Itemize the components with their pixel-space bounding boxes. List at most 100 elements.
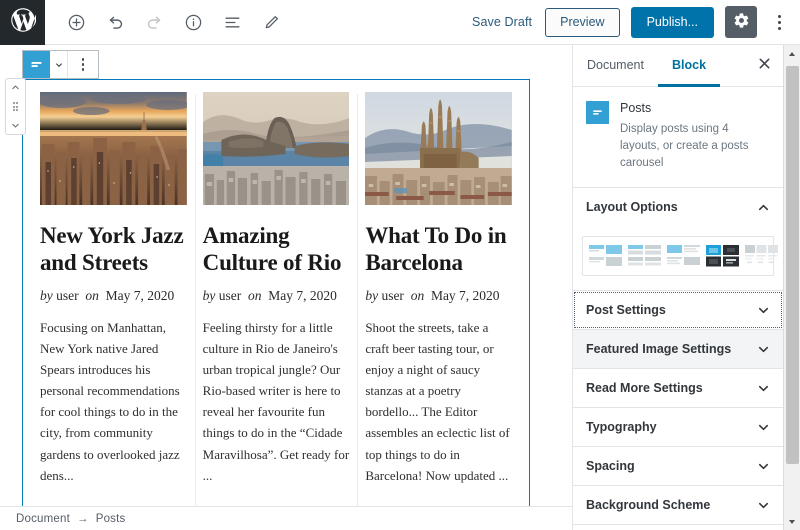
block-type-switcher[interactable] xyxy=(23,51,67,78)
panel-label: Spacing xyxy=(586,459,635,474)
by-label: by xyxy=(202,288,216,304)
post-author: user xyxy=(381,288,404,304)
chevron-down-icon xyxy=(757,382,770,395)
panel-post-settings: Post Settings xyxy=(573,291,783,331)
post-card[interactable]: Amazing Culture of Rio by user on May 7,… xyxy=(194,92,358,506)
by-label: by xyxy=(40,288,53,304)
pencil-icon xyxy=(262,13,281,32)
on-label: on xyxy=(248,288,262,304)
block-description: Display posts using 4 layouts, or create… xyxy=(620,123,749,169)
layout-option-5[interactable] xyxy=(745,245,779,267)
content-structure-button[interactable] xyxy=(178,7,208,37)
wordpress-logo-button[interactable] xyxy=(0,0,45,45)
panel-advanced: Advanced xyxy=(573,525,783,530)
panel-header-advanced[interactable]: Advanced xyxy=(573,525,783,530)
redo-button[interactable] xyxy=(139,7,169,37)
panel-header-typography[interactable]: Typography xyxy=(573,408,783,446)
panel-label: Post Settings xyxy=(586,303,666,318)
sidebar-scrollbar[interactable] xyxy=(783,45,800,530)
close-sidebar-button[interactable] xyxy=(745,45,783,86)
top-bar-actions: Save Draft Preview Publish... xyxy=(470,6,800,38)
move-block-down-button[interactable] xyxy=(11,121,20,130)
posts-block-icon xyxy=(586,101,609,124)
panel-spacing: Spacing xyxy=(573,447,783,487)
chevron-down-icon xyxy=(757,343,770,356)
block-more-options-button[interactable] xyxy=(68,51,98,78)
scroll-up-arrow-icon[interactable] xyxy=(784,45,800,62)
post-date: May 7, 2020 xyxy=(268,288,337,304)
layout-option-1[interactable] xyxy=(589,245,623,267)
edit-mode-button[interactable] xyxy=(256,7,286,37)
post-title[interactable]: New York Jazz and Streets xyxy=(40,222,187,276)
post-author: user xyxy=(56,288,79,304)
wordpress-block-editor: Save Draft Preview Publish... New York J… xyxy=(0,0,800,530)
chevron-down-icon[interactable] xyxy=(50,51,67,78)
chevron-down-icon xyxy=(757,304,770,317)
list-view-icon xyxy=(223,13,242,32)
posts-block[interactable]: New York Jazz and Streets by user on May… xyxy=(22,79,530,506)
post-title[interactable]: Amazing Culture of Rio xyxy=(203,222,350,276)
panel-header-post-settings[interactable]: Post Settings xyxy=(573,291,783,329)
panel-header-featured-image-settings[interactable]: Featured Image Settings xyxy=(573,330,783,369)
post-title[interactable]: What To Do in Barcelona xyxy=(365,222,512,276)
plus-circle-icon xyxy=(67,13,86,32)
post-card[interactable]: New York Jazz and Streets by user on May… xyxy=(32,92,195,506)
post-byline: by user on May 7, 2020 xyxy=(203,288,350,304)
save-draft-button[interactable]: Save Draft xyxy=(470,11,534,33)
panel-typography: Typography xyxy=(573,408,783,448)
post-author: user xyxy=(218,288,242,304)
settings-sidebar-toggle-button[interactable] xyxy=(725,6,757,38)
info-circle-icon xyxy=(184,13,203,32)
move-block-up-button[interactable] xyxy=(11,83,20,92)
breadcrumb-arrow-icon: → xyxy=(77,512,89,525)
tab-block[interactable]: Block xyxy=(657,45,721,87)
post-card[interactable]: What To Do in Barcelona by user on May 7… xyxy=(357,92,520,506)
block-info-card: Posts Display posts using 4 layouts, or … xyxy=(573,87,783,189)
chevron-down-icon xyxy=(757,499,770,512)
sidebar-content: Document Block Posts Display posts using… xyxy=(573,45,783,530)
on-label: on xyxy=(410,288,425,304)
editor-canvas: New York Jazz and Streets by user on May… xyxy=(0,45,572,506)
post-date: May 7, 2020 xyxy=(105,288,175,304)
posts-block-icon[interactable] xyxy=(23,51,50,78)
on-label: on xyxy=(85,288,99,304)
publish-button[interactable]: Publish... xyxy=(630,6,714,38)
panel-layout-options: Layout Options xyxy=(573,188,783,292)
more-tools-options-button[interactable] xyxy=(768,6,790,38)
editor-top-bar: Save Draft Preview Publish... xyxy=(0,0,800,45)
post-excerpt: Shoot the streets, take a craft beer tas… xyxy=(365,320,510,483)
panel-label: Typography xyxy=(586,420,657,435)
layout-options-list xyxy=(582,236,778,277)
layout-option-2[interactable] xyxy=(628,245,662,267)
panel-header-spacing[interactable]: Spacing xyxy=(573,447,783,485)
preview-button[interactable]: Preview xyxy=(545,7,620,37)
layout-option-4[interactable] xyxy=(706,245,740,267)
breadcrumb-item-document[interactable]: Document xyxy=(16,513,70,525)
panel-header-layout-options[interactable]: Layout Options xyxy=(573,188,783,226)
kebab-menu-icon xyxy=(777,14,781,30)
drag-handle-icon[interactable] xyxy=(12,102,19,111)
top-bar-tools xyxy=(45,7,286,37)
panel-background-scheme: Background Scheme xyxy=(573,486,783,526)
sidebar-tabs: Document Block xyxy=(573,45,783,87)
add-block-button[interactable] xyxy=(61,7,91,37)
scrollbar-thumb[interactable] xyxy=(785,66,799,464)
block-mover xyxy=(5,78,26,135)
post-byline: by user on May 7, 2020 xyxy=(365,288,512,304)
panel-label: Read More Settings xyxy=(586,381,703,396)
scrollbar-track[interactable] xyxy=(784,62,800,513)
posts-grid: New York Jazz and Streets by user on May… xyxy=(23,80,529,506)
post-date: May 7, 2020 xyxy=(430,288,500,304)
undo-button[interactable] xyxy=(100,7,130,37)
panel-header-read-more-settings[interactable]: Read More Settings xyxy=(573,369,783,407)
panel-featured-image-settings: Featured Image Settings xyxy=(573,330,783,370)
settings-sidebar: Document Block Posts Display posts using… xyxy=(572,45,800,530)
scroll-down-arrow-icon[interactable] xyxy=(784,513,800,530)
breadcrumb: Document → Posts xyxy=(0,506,572,530)
block-navigation-button[interactable] xyxy=(217,7,247,37)
chevron-down-icon xyxy=(757,421,770,434)
tab-document[interactable]: Document xyxy=(573,45,658,87)
layout-option-3[interactable] xyxy=(667,245,701,267)
breadcrumb-item-posts[interactable]: Posts xyxy=(96,513,126,525)
panel-header-background-scheme[interactable]: Background Scheme xyxy=(573,486,783,524)
